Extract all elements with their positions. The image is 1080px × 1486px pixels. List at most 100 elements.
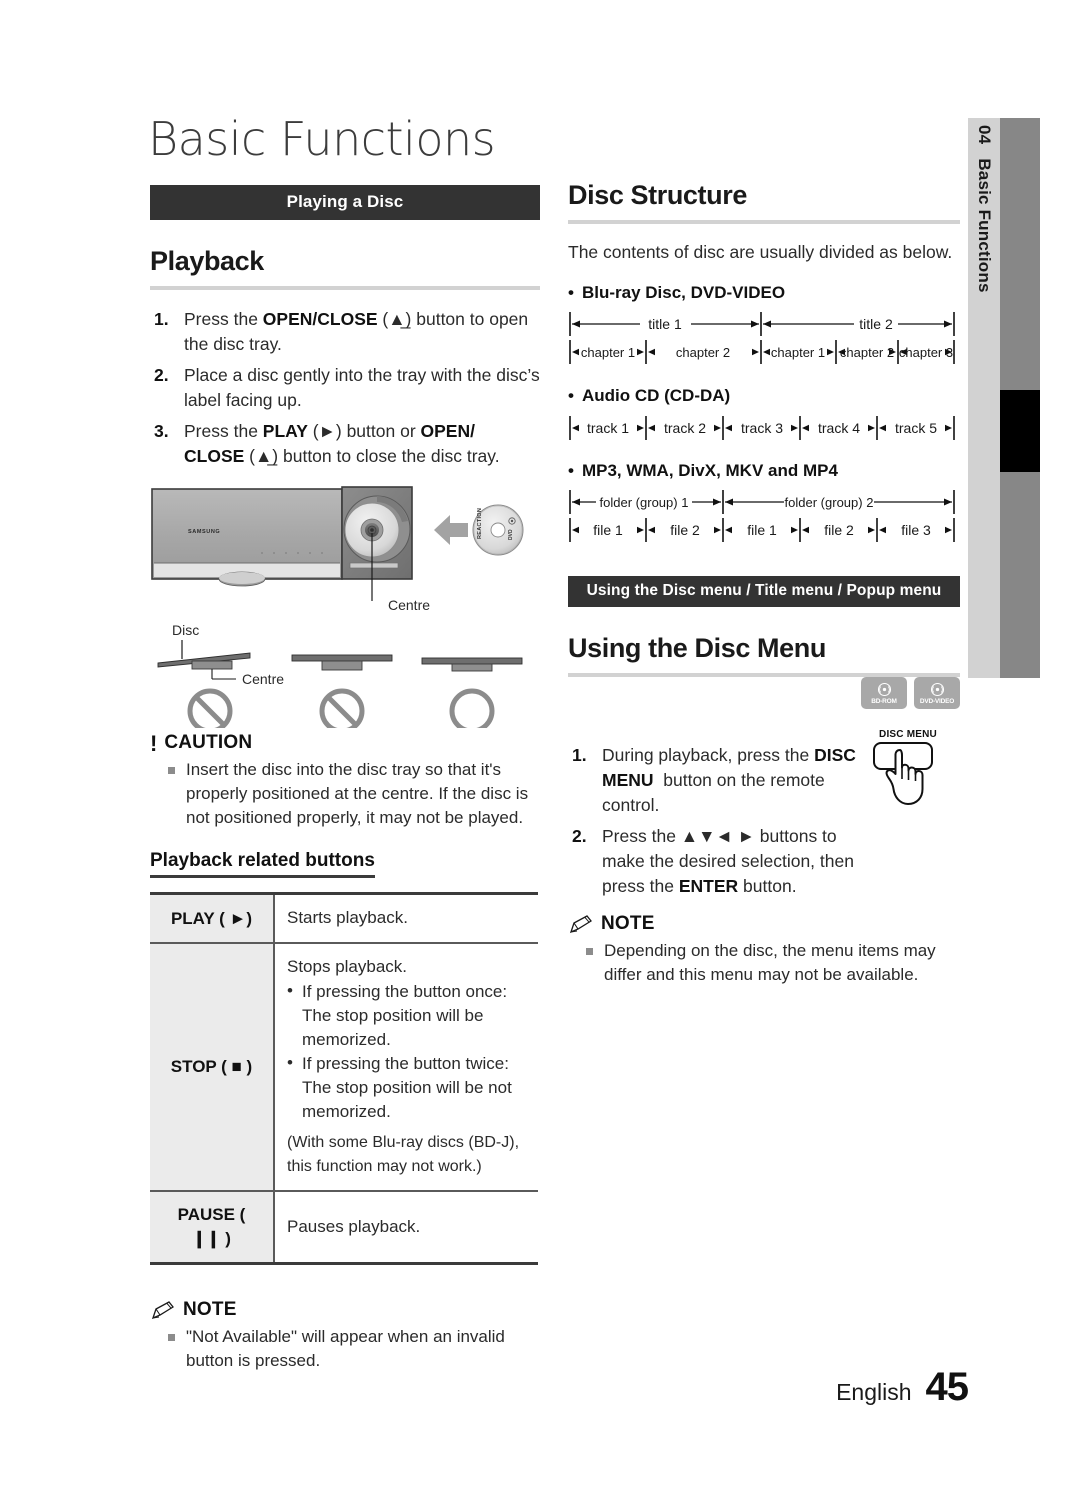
desc-parenthetical: (With some Blu-ray discs (BD-J), this fu… [287,1134,520,1175]
step-text: Place a disc gently into the tray with t… [184,365,540,410]
pencil-icon [150,1301,176,1321]
page-footer: English 45 [836,1365,969,1410]
disc-structure-intro: The contents of disc are usually divided… [568,242,953,262]
chapter-tab-text: 04 Basic Functions [968,118,1000,678]
badge-label: BD-ROM [871,697,897,705]
svg-text:chapter 3: chapter 3 [899,345,953,360]
heading-disc-structure: Disc Structure [568,180,747,210]
disc-menu-steps: 1. During playback, press the DISC MENU … [568,743,868,899]
svg-text:track 2: track 2 [664,420,706,436]
note-list: Depending on the disc, the menu items ma… [568,939,960,987]
step-number: 1. [572,745,587,765]
step-text: Press the PLAY (►) button or OPEN/ CLOSE… [184,421,500,466]
note-list: "Not Available" will appear when an inva… [150,1325,540,1373]
heading-rule [568,220,960,224]
svg-text:track 1: track 1 [587,420,629,436]
button-name-cell: STOP ( ■ ) [150,943,275,1192]
svg-text:track 5: track 5 [895,420,937,436]
left-column: Playing a Disc Playback 1. Press the OPE… [150,185,540,1375]
svg-text:chapter 1: chapter 1 [771,345,825,360]
desc-lead: Stops playback. [287,957,408,976]
caution-label: CAUTION [164,732,253,753]
chapter-tab-marker [1000,390,1040,472]
exclamation-icon: ! [150,731,158,756]
table-row: PLAY ( ►) Starts playback. [150,893,538,944]
table-row: STOP ( ■ ) Stops playback. If pressing t… [150,943,538,1192]
chapter-name: Basic Functions [975,158,994,293]
caution-item: Insert the disc into the disc tray so th… [150,758,540,830]
diagram-mp3: folder (group) 1 folder (group) 2 file 1… [568,488,960,546]
heading-rule [150,286,540,290]
diagram-label-audiocd: Audio CD (CD-DA) [568,386,960,406]
step-item: 2. Press the ▲▼◄ ► buttons to make the d… [568,824,868,899]
svg-text:file 3: file 3 [901,522,931,538]
step-item: 3. Press the PLAY (►) button or OPEN/ CL… [150,419,540,469]
desc-lead: Pauses playback. [287,1216,421,1236]
disc-icon [930,682,944,696]
subheading-playback-related-buttons: Playback related buttons [150,850,375,878]
step-item: 1. Press the OPEN/CLOSE (▲̲) button to o… [150,307,540,357]
step-number: 1. [154,309,169,329]
svg-text:file 2: file 2 [670,522,700,538]
chapter-number: 04 [975,125,994,145]
svg-text:chapter 2: chapter 2 [840,345,894,360]
svg-text:title 1: title 1 [648,316,682,332]
note-header: NOTE [150,1299,540,1321]
svg-text:track 3: track 3 [741,420,783,436]
svg-text:Disc: Disc [172,622,199,638]
player-illustration: SAMSUNG REACTION DVD Centre Disc Centre [150,483,540,734]
note-header: NOTE [568,913,960,935]
disc-menu-button-caption: DISC MENU [879,729,937,740]
step-text: Press the ▲▼◄ ► buttons to make the desi… [602,826,854,896]
note-item: "Not Available" will appear when an inva… [150,1325,540,1373]
diagram-audiocd: track 1 track 2 track 3 track 4 track 5 [568,413,960,443]
svg-text:DVD: DVD [508,529,514,540]
desc-lead: Starts playback. [287,908,408,927]
note-label: NOTE [183,1299,237,1320]
button-desc-cell: Pauses playback. [274,1191,538,1264]
right-column: Disc Structure The contents of disc are … [568,180,960,989]
step-item: 2. Place a disc gently into the tray wit… [150,363,540,413]
diagram-label-bluray: Blu-ray Disc, DVD-VIDEO [568,283,960,303]
svg-text:Centre: Centre [242,671,284,687]
svg-text:Centre: Centre [388,597,430,613]
note-label: NOTE [601,913,655,934]
footer-language: English [836,1379,912,1405]
svg-text:folder (group) 1: folder (group) 1 [600,495,689,510]
svg-text:chapter 2: chapter 2 [676,345,730,360]
chapter-edge-tab: 04 Basic Functions [968,118,1040,678]
badge-dvd-video: DVD-VIDEO [914,677,960,709]
step-number: 2. [572,826,587,846]
svg-text:REACTION: REACTION [477,508,483,539]
playback-buttons-table: PLAY ( ►) Starts playback. STOP ( ■ ) St… [150,892,538,1265]
svg-text:file 1: file 1 [593,522,623,538]
hand-pressing-button-icon [873,742,933,805]
desc-bullet-item: If pressing the button once: The stop po… [287,979,526,1052]
pencil-icon [568,915,594,935]
section-banner-using-disc-menu: Using the Disc menu / Title menu / Popup… [568,576,960,607]
badge-label: DVD-VIDEO [919,697,955,705]
button-name-cell: PLAY ( ►) [150,893,275,944]
diagram-label-mp3: MP3, WMA, DivX, MKV and MP4 [568,461,960,481]
disc-menu-button-illustration: DISC MENU [860,729,956,817]
disc-type-badges: BD-ROM DVD-VIDEO [861,677,960,709]
step-item: 1. During playback, press the DISC MENU … [568,743,868,818]
svg-text:chapter 1: chapter 1 [581,345,635,360]
diagram-bluray: title 1 title 2 chapter 1 chapter 2 chap… [568,310,960,368]
step-number: 2. [154,365,169,385]
button-desc-cell: Stops playback. If pressing the button o… [274,943,538,1192]
caution-header: ! CAUTION [150,731,540,756]
table-row: PAUSE ( ❙❙ ) Pauses playback. [150,1191,538,1264]
player-illustration-svg: SAMSUNG REACTION DVD Centre Disc Centre [151,486,524,734]
svg-text:SAMSUNG: SAMSUNG [188,529,220,535]
note-item: Depending on the disc, the menu items ma… [568,939,960,987]
footer-page-number: 45 [925,1365,969,1409]
section-banner-playing-a-disc: Playing a Disc [150,185,540,220]
manual-page: 04 Basic Functions Basic Functions Playi… [0,0,1080,1486]
desc-bullets: If pressing the button once: The stop po… [287,979,526,1124]
svg-text:folder (group) 2: folder (group) 2 [785,495,874,510]
heading-using-the-disc-menu: Using the Disc Menu [568,633,826,663]
step-text: Press the OPEN/CLOSE (▲̲) button to open… [184,309,529,354]
svg-text:file 2: file 2 [824,522,854,538]
button-desc-cell: Starts playback. [274,893,538,944]
